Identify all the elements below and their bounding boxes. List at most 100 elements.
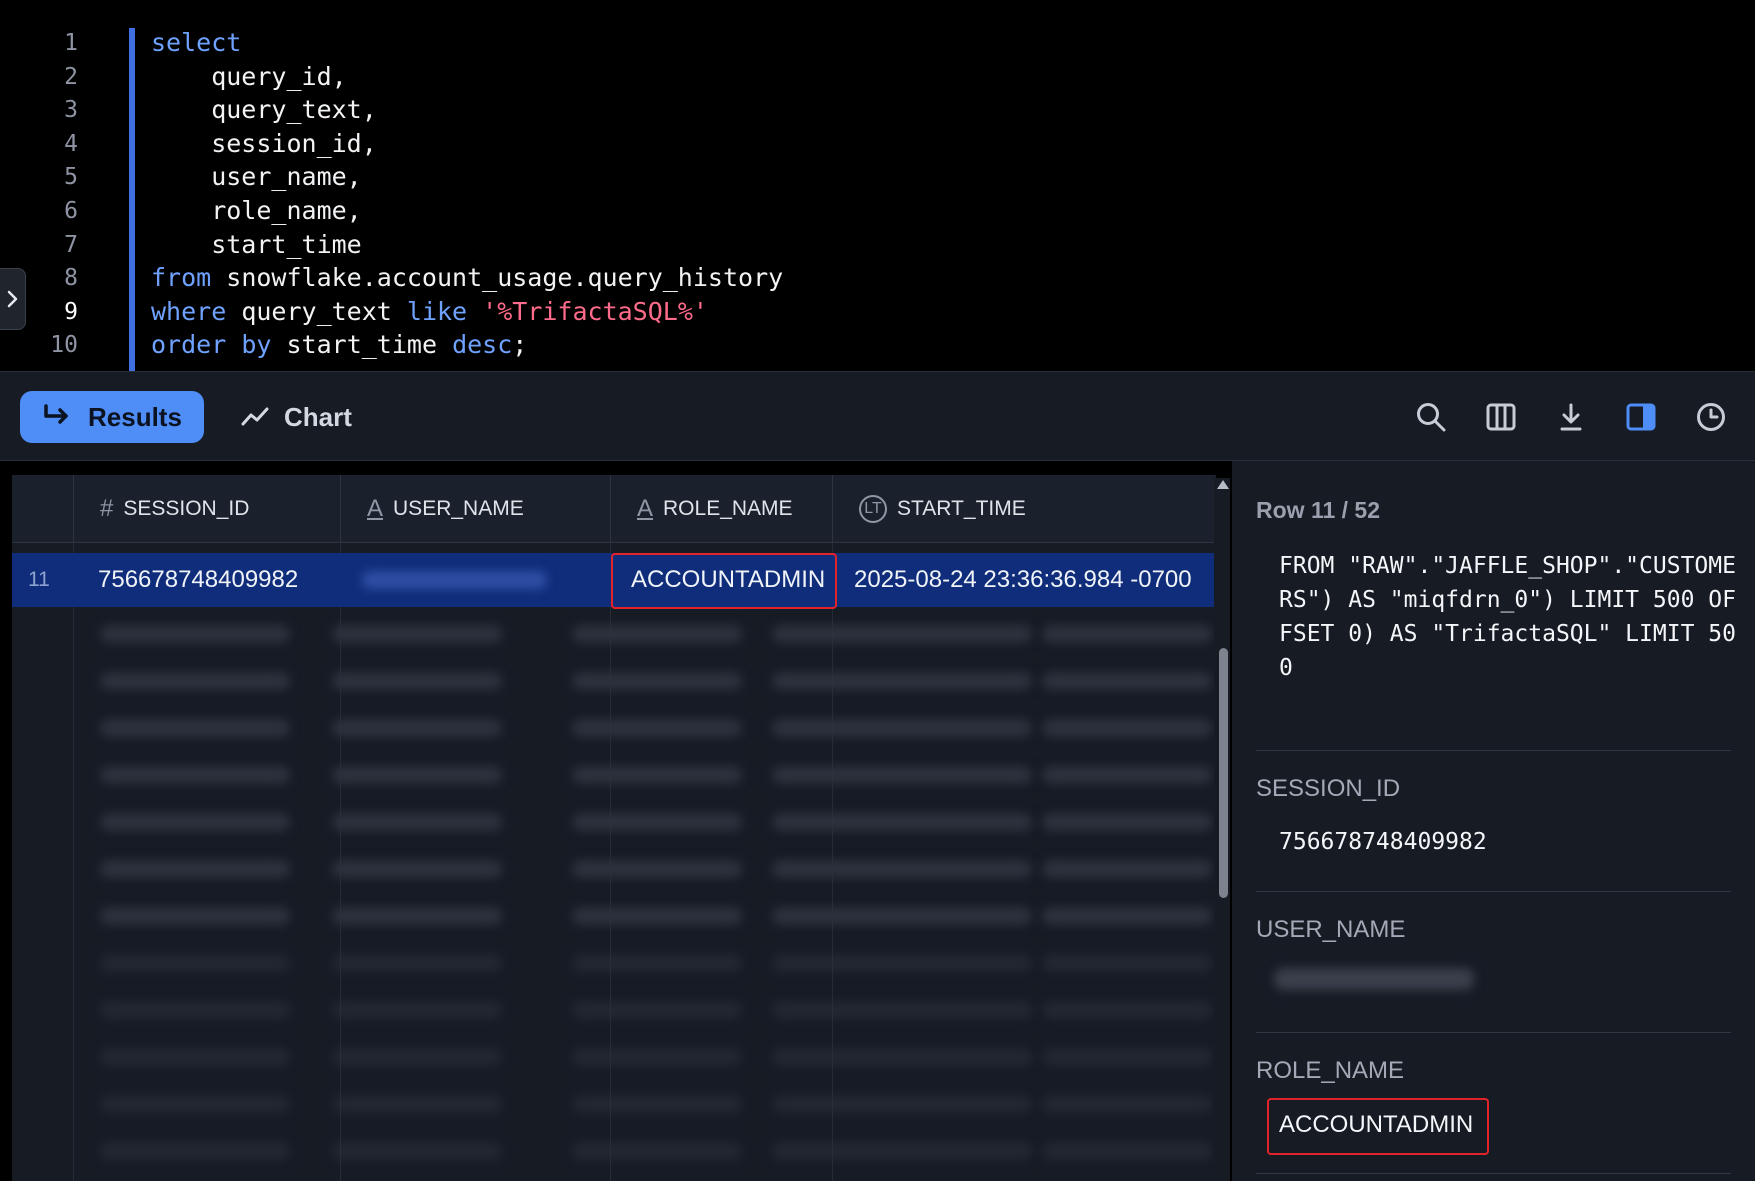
redacted-cell — [572, 1048, 742, 1066]
field-value-session-id[interactable]: 756678748409982 — [1279, 829, 1487, 855]
text-type-icon: A — [367, 495, 384, 522]
code-line[interactable]: select — [151, 26, 241, 60]
sql-identifier: query_id, — [151, 61, 347, 91]
redacted-cell — [100, 1001, 290, 1019]
row-number-header — [12, 475, 74, 543]
role-name-value-highlight — [1267, 1098, 1489, 1155]
sql-keyword: order — [151, 330, 227, 360]
sql-keyword: by — [241, 330, 272, 360]
redacted-cell — [332, 907, 502, 925]
redacted-cell — [572, 813, 742, 831]
columns-button[interactable] — [1483, 399, 1519, 435]
redacted-cell — [1042, 1001, 1212, 1019]
sql-identifier: user_name, — [151, 162, 362, 192]
column-header-user-name[interactable]: A USER_NAME — [341, 475, 611, 543]
grid-scrollbar-thumb[interactable] — [1219, 648, 1228, 898]
redacted-cell — [1042, 1142, 1212, 1160]
redacted-cell — [332, 860, 502, 878]
redacted-cell — [772, 1048, 1032, 1066]
column-header-start-time[interactable]: LT START_TIME — [833, 475, 1216, 543]
sql-string: '%TrifactaSQL%' — [482, 296, 708, 326]
redacted-cell — [572, 672, 742, 690]
column-header-role-name[interactable]: A ROLE_NAME — [611, 475, 833, 543]
redacted-cell — [772, 766, 1032, 784]
code-line[interactable]: query_id, — [151, 60, 347, 94]
code-line[interactable]: query_text, — [151, 93, 377, 127]
expand-sidebar-button[interactable] — [0, 268, 26, 330]
redacted-cell — [332, 1142, 502, 1160]
chart-tab-button[interactable]: Chart — [240, 391, 352, 443]
timestamp-type-icon: LT — [859, 495, 887, 523]
redacted-cell — [572, 954, 742, 972]
field-divider — [1256, 750, 1731, 751]
redacted-cell — [100, 625, 290, 643]
redacted-cell — [1042, 625, 1212, 643]
redacted-cell — [100, 813, 290, 831]
redacted-cell — [100, 954, 290, 972]
line-chart-icon — [241, 407, 269, 426]
column-header-session-id[interactable]: # SESSION_ID — [74, 475, 341, 543]
history-button[interactable] — [1693, 399, 1729, 435]
scroll-up-arrow-icon[interactable] — [1217, 480, 1229, 489]
sql-keyword: from — [151, 263, 212, 293]
redacted-cell — [572, 719, 742, 737]
redacted-cell — [332, 625, 502, 643]
code-line[interactable]: where query_text like '%TrifactaSQL%' — [151, 295, 708, 329]
columns-icon — [1486, 403, 1516, 431]
code-line[interactable]: start_time — [151, 228, 362, 262]
redacted-cell — [772, 625, 1032, 643]
number-type-icon: # — [100, 495, 114, 522]
results-tab-button[interactable]: Results — [20, 391, 204, 443]
sql-identifier: ; — [512, 330, 528, 360]
results-tab-label: Results — [88, 401, 182, 432]
field-divider — [1256, 1173, 1731, 1174]
cell-start-time[interactable]: 2025-08-24 23:36:36.984 -0700 — [854, 553, 1216, 607]
code-line[interactable]: role_name, — [151, 194, 362, 228]
toggle-detail-panel-button[interactable] — [1623, 399, 1659, 435]
sql-identifier: role_name, — [151, 196, 362, 225]
redacted-cell — [1042, 813, 1212, 831]
code-line[interactable]: order by start_time desc; — [151, 328, 527, 362]
sql-identifier: query_text, — [151, 95, 377, 125]
redacted-cell — [332, 672, 502, 690]
sql-identifier — [226, 330, 241, 359]
redacted-cell — [572, 1001, 742, 1019]
redacted-cell — [772, 907, 1032, 925]
field-value-user-name-redacted — [1274, 968, 1474, 990]
redacted-cell — [332, 766, 502, 784]
column-header-label: SESSION_ID — [123, 497, 250, 520]
split-panel-icon — [1626, 403, 1656, 431]
sql-identifier: query_text — [226, 296, 407, 326]
field-label-session-id: SESSION_ID — [1256, 775, 1401, 802]
search-button[interactable] — [1413, 399, 1449, 435]
redacted-cell — [772, 860, 1032, 878]
code-line[interactable]: session_id, — [151, 127, 377, 161]
code-line[interactable]: user_name, — [151, 160, 362, 194]
code-line[interactable]: from snowflake.account_usage.query_histo… — [151, 261, 783, 295]
sql-identifier: start_time — [271, 330, 453, 360]
redacted-cell — [1042, 672, 1212, 690]
redacted-cell — [332, 1095, 502, 1113]
row-number: 11 — [28, 568, 50, 591]
sql-identifier: session_id, — [151, 128, 377, 158]
cell-session-id[interactable]: 756678748409982 — [98, 553, 338, 607]
query-text-value[interactable]: FROM "RAW"."JAFFLE_SHOP"."CUSTOMERS") AS… — [1279, 549, 1739, 685]
text-type-icon: A — [637, 495, 654, 522]
redacted-cell — [100, 672, 290, 690]
cell-user-name-redacted[interactable] — [342, 553, 610, 607]
redacted-cell — [772, 672, 1032, 690]
redacted-cell — [572, 907, 742, 925]
column-header-label: ROLE_NAME — [663, 497, 793, 520]
line-number: 3 — [64, 97, 78, 124]
arrow-turn-right-icon — [44, 404, 68, 424]
column-header-label: START_TIME — [897, 497, 1026, 520]
redacted-cell — [1042, 860, 1212, 878]
redacted-cell — [572, 860, 742, 878]
sql-keyword: like — [406, 296, 468, 326]
sql-identifier: snowflake.account_usage.query_history — [211, 263, 784, 293]
redacted-cell — [1042, 907, 1212, 925]
grid-header: # SESSION_ID A USER_NAME A ROLE_NAME LT … — [12, 475, 1216, 543]
sql-editor[interactable]: 1 2 3 4 5 6 7 8 9 10 select query_id, query_text,… — [0, 0, 1755, 371]
redacted-cell — [1042, 1048, 1212, 1066]
download-button[interactable] — [1553, 399, 1589, 435]
